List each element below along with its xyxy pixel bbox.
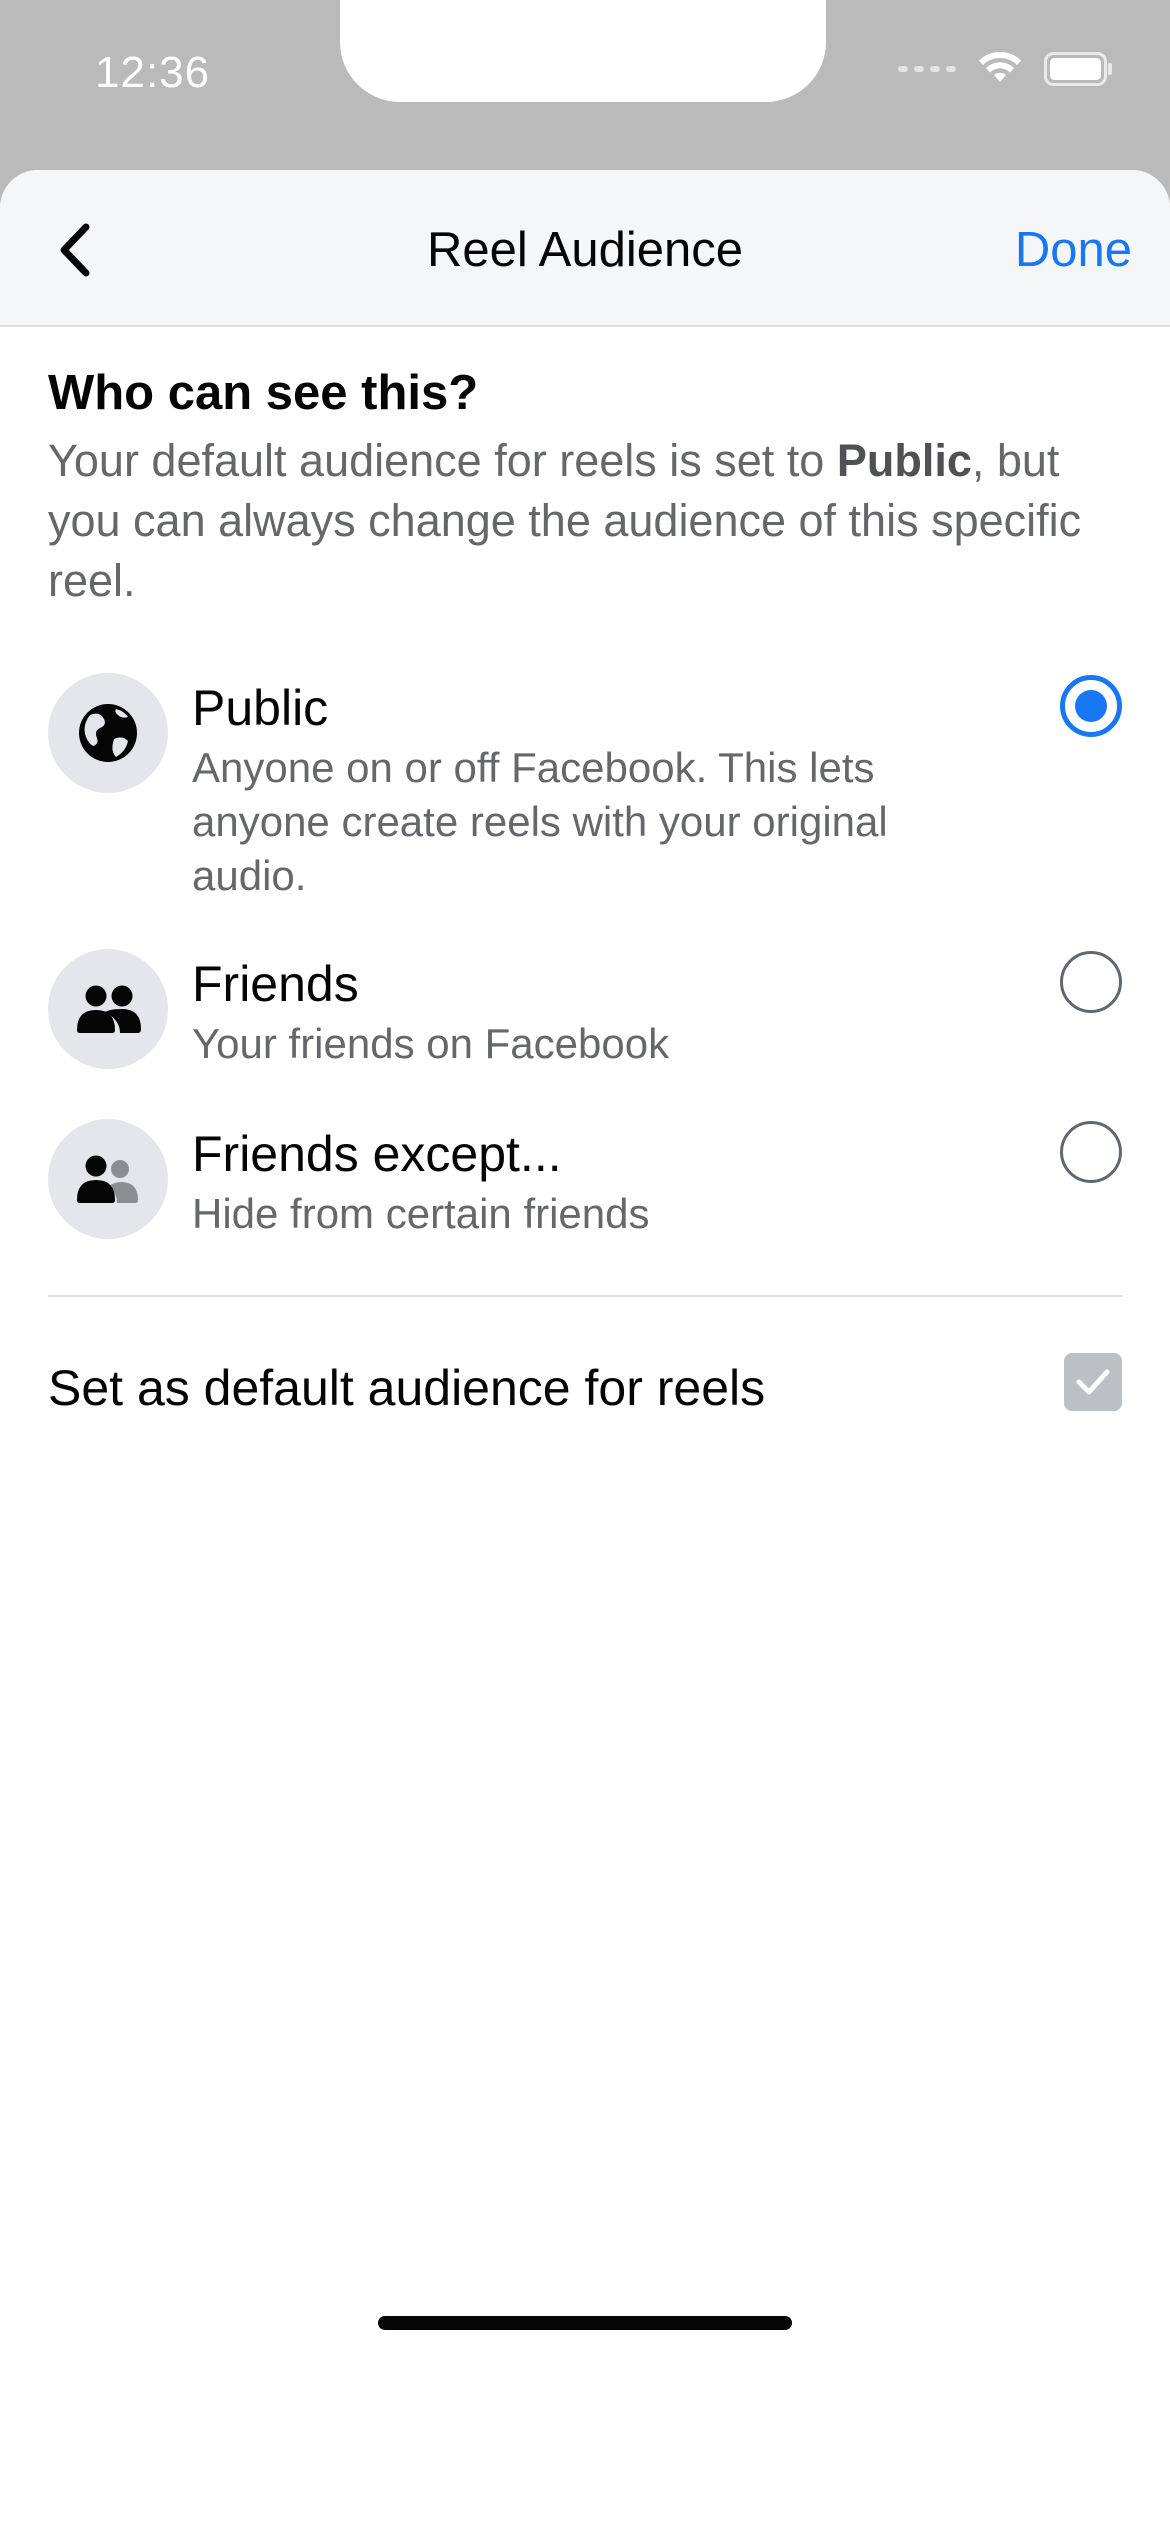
page-title: Reel Audience xyxy=(426,223,743,277)
home-indicator[interactable] xyxy=(378,2316,792,2330)
status-icons xyxy=(898,52,1114,86)
friends-icon xyxy=(77,985,141,1033)
description-prefix: Your default audience for reels is set t… xyxy=(48,435,837,486)
audience-option-public[interactable]: Public Anyone on or off Facebook. This l… xyxy=(48,673,1122,903)
description-bold: Public xyxy=(836,435,972,486)
divider xyxy=(48,1295,1122,1297)
friends-except-icon-circle xyxy=(48,1119,168,1239)
notch xyxy=(340,0,826,102)
checkmark-icon xyxy=(1076,1369,1110,1395)
friends-radio[interactable] xyxy=(1060,951,1122,1013)
audience-option-friends[interactable]: Friends Your friends on Facebook xyxy=(48,949,1122,1071)
option-title: Friends xyxy=(192,956,359,1012)
reel-audience-sheet: Reel Audience Done Who can see this? You… xyxy=(0,170,1170,2532)
section-description: Your default audience for reels is set t… xyxy=(48,431,1122,611)
navigation-bar: Reel Audience Done xyxy=(0,170,1170,327)
public-radio[interactable] xyxy=(1060,675,1122,737)
option-title: Friends except... xyxy=(192,1126,562,1182)
public-icon-circle xyxy=(48,673,168,793)
friends-except-option-text: Friends except... Hide from certain frie… xyxy=(192,1119,952,1241)
section-heading: Who can see this? xyxy=(48,366,479,420)
cellular-signal-icon xyxy=(898,66,956,72)
done-button[interactable]: Done xyxy=(1015,222,1132,278)
status-time: 12:36 xyxy=(95,48,211,97)
wifi-icon xyxy=(979,52,1021,82)
friends-except-radio[interactable] xyxy=(1060,1121,1122,1183)
default-audience-checkbox[interactable] xyxy=(1064,1353,1122,1411)
option-subtitle: Anyone on or off Facebook. This lets any… xyxy=(192,744,888,899)
audience-option-friends-except[interactable]: Friends except... Hide from certain frie… xyxy=(48,1119,1122,1241)
audience-content: Who can see this? Your default audience … xyxy=(0,365,1170,1419)
battery-icon xyxy=(1044,52,1112,86)
friends-icon-circle xyxy=(48,949,168,1069)
public-option-text: Public Anyone on or off Facebook. This l… xyxy=(192,673,952,903)
option-subtitle: Hide from certain friends xyxy=(192,1190,650,1237)
option-title: Public xyxy=(192,680,329,736)
default-audience-label: Set as default audience for reels xyxy=(48,1360,766,1416)
friends-except-icon xyxy=(77,1155,138,1203)
globe-icon xyxy=(79,704,137,762)
phone-screen: 12:36 Reel Audience Done Who can see thi… xyxy=(0,0,1170,2532)
friends-option-text: Friends Your friends on Facebook xyxy=(192,949,952,1071)
option-subtitle: Your friends on Facebook xyxy=(192,1020,670,1067)
default-audience-row[interactable]: Set as default audience for reels xyxy=(48,1353,1122,1419)
